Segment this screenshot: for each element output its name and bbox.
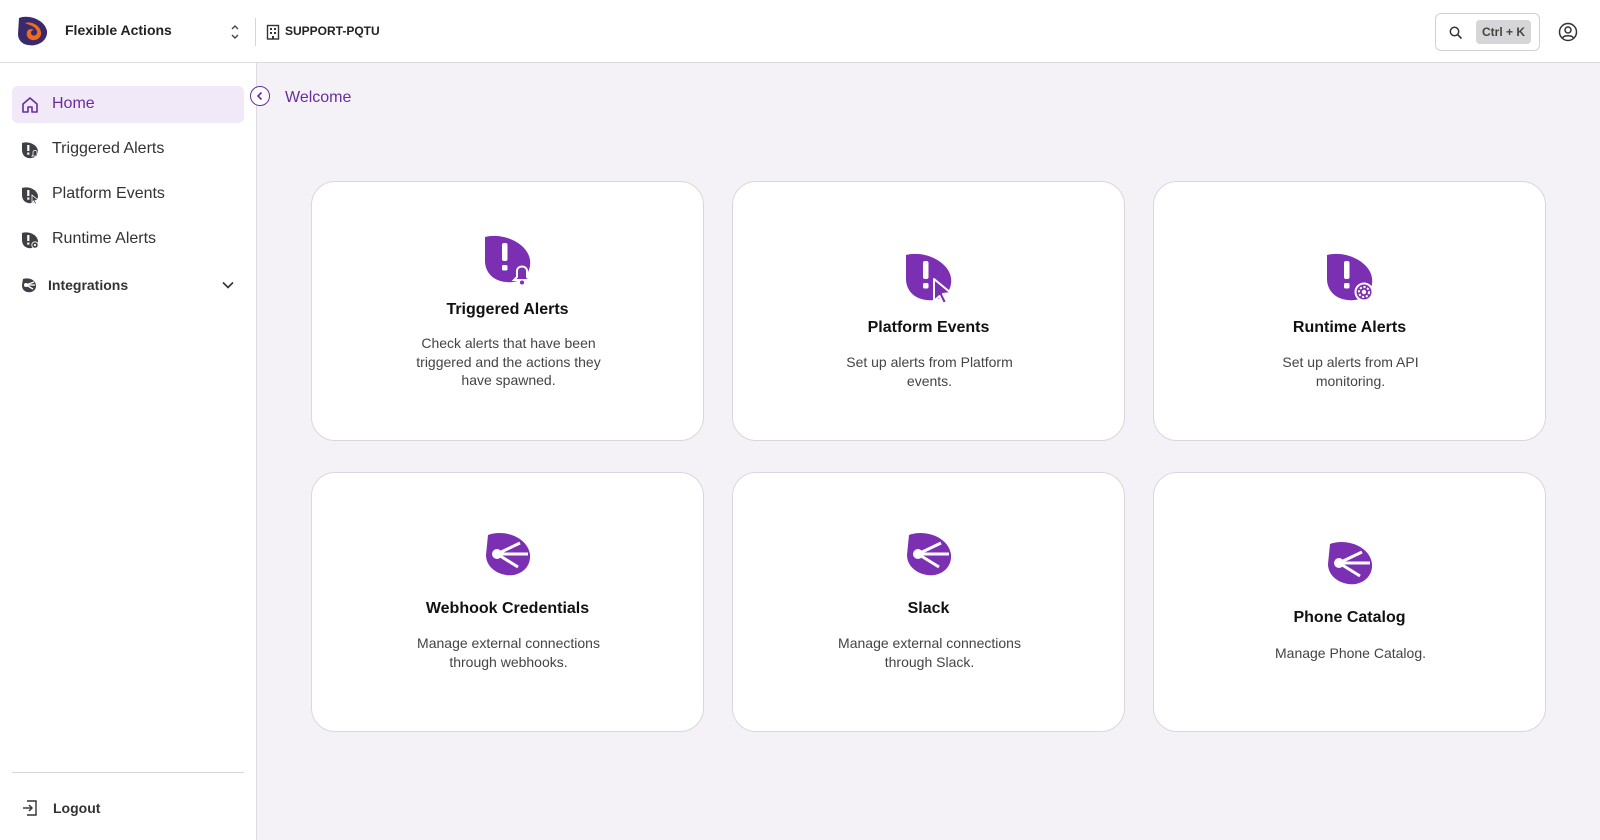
- sidebar-item-home[interactable]: Home: [12, 86, 244, 123]
- alert-bell-icon: [485, 235, 533, 285]
- card-webhook-credentials[interactable]: Webhook Credentials Manage external conn…: [311, 472, 704, 732]
- chevron-left-icon: [256, 91, 263, 101]
- card-slack[interactable]: Slack Manage external connections throug…: [732, 472, 1125, 732]
- card-triggered-alerts[interactable]: Triggered Alerts Check alerts that have …: [311, 181, 704, 441]
- sidebar-item-runtime-alerts[interactable]: Runtime Alerts: [12, 221, 244, 258]
- card-description: Check alerts that have been triggered an…: [416, 335, 601, 388]
- sidebar-group-integrations[interactable]: Integrations: [12, 270, 244, 300]
- app-switcher-icon[interactable]: [228, 21, 242, 43]
- sidebar-group-label: Integrations: [48, 277, 129, 293]
- building-icon: [266, 24, 280, 40]
- sidebar-item-label: Triggered Alerts: [52, 140, 165, 157]
- card-title: Runtime Alerts: [1292, 319, 1407, 336]
- card-title: Triggered Alerts: [446, 301, 569, 318]
- card-title: Platform Events: [867, 319, 990, 336]
- sidebar-item-label: Home: [52, 95, 95, 112]
- card-description: Manage external connections through webh…: [417, 635, 600, 670]
- card-runtime-alerts[interactable]: Runtime Alerts Set up alerts from API mo…: [1153, 181, 1546, 441]
- home-icon: [22, 97, 38, 113]
- card-title: Slack: [907, 600, 950, 617]
- collapse-sidebar-button[interactable]: [250, 86, 270, 106]
- runtime-alert-icon: [22, 232, 39, 249]
- sidebar-item-label: Platform Events: [52, 185, 165, 202]
- sidebar: Home Triggered Alerts Platform Events Ru…: [0, 63, 257, 840]
- chevron-down-icon[interactable]: [221, 278, 235, 292]
- top-bar: Flexible Actions SUPPORT-PQTU Ctrl + K: [0, 0, 1600, 63]
- platform-event-icon: [22, 187, 39, 205]
- app-logo-icon[interactable]: [15, 14, 49, 48]
- card-title: Webhook Credentials: [425, 600, 590, 617]
- integration-icon: [907, 533, 952, 576]
- sidebar-item-platform-events[interactable]: Platform Events: [12, 176, 244, 213]
- user-profile-icon[interactable]: [1557, 21, 1579, 43]
- alert-gear-icon: [1327, 253, 1374, 302]
- search-button[interactable]: Ctrl + K: [1435, 13, 1540, 51]
- app-name: Flexible Actions: [65, 22, 172, 38]
- page-title: Welcome: [285, 89, 352, 106]
- card-description: Set up alerts from API monitoring.: [1282, 354, 1419, 389]
- integration-icon: [1328, 542, 1373, 585]
- logout-label: Logout: [53, 800, 101, 816]
- card-phone-catalog[interactable]: Phone Catalog Manage Phone Catalog.: [1153, 472, 1546, 732]
- sidebar-divider: [12, 772, 244, 773]
- sidebar-item-triggered-alerts[interactable]: Triggered Alerts: [12, 131, 244, 168]
- card-description: Manage Phone Catalog.: [1275, 645, 1426, 661]
- logout-button[interactable]: Logout: [12, 791, 244, 825]
- org-name[interactable]: SUPPORT-PQTU: [285, 24, 380, 38]
- integration-icon: [486, 533, 531, 576]
- header-divider: [255, 18, 256, 46]
- sidebar-item-label: Runtime Alerts: [52, 230, 157, 247]
- card-description: Manage external connections through Slac…: [838, 635, 1021, 670]
- integrations-icon: [22, 278, 36, 293]
- search-icon: [1449, 26, 1463, 40]
- triggered-alert-icon: [22, 142, 39, 159]
- alert-cursor-icon: [906, 253, 952, 304]
- card-platform-events[interactable]: Platform Events Set up alerts from Platf…: [732, 181, 1125, 441]
- card-title: Phone Catalog: [1293, 609, 1406, 626]
- search-shortcut: Ctrl + K: [1476, 20, 1532, 44]
- logout-icon: [23, 800, 37, 816]
- card-description: Set up alerts from Platform events.: [846, 354, 1013, 389]
